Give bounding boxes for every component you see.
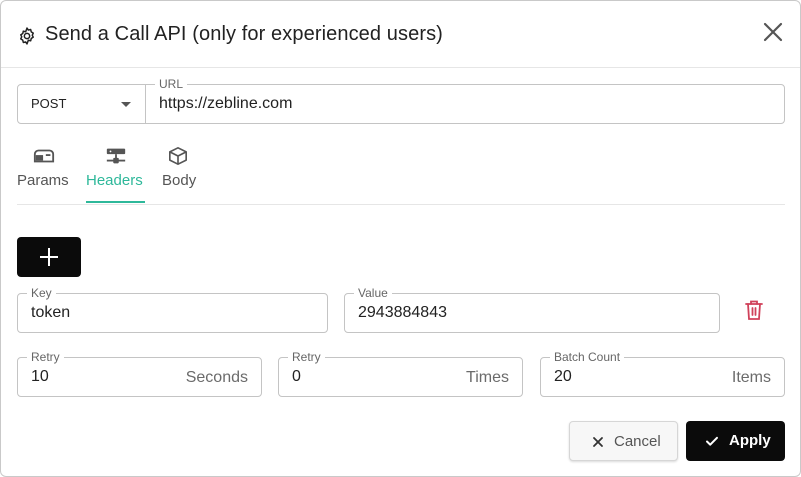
retry-seconds-unit: Seconds — [185, 369, 248, 386]
batch-count-unit: Items — [731, 369, 771, 386]
retry-times-unit: Times — [466, 369, 509, 386]
cancel-button[interactable]: Cancel — [569, 421, 678, 461]
add-header-button[interactable] — [17, 237, 81, 277]
tabs-divider — [17, 204, 785, 205]
value-value: 2943884843 — [358, 304, 447, 321]
close-icon — [593, 437, 603, 447]
mailbox-icon — [33, 149, 55, 163]
tab-body-label: Body — [162, 172, 197, 189]
url-field[interactable]: URL https://zebline.com — [145, 77, 785, 124]
retry-seconds-value: 10 — [31, 368, 49, 385]
method-select[interactable]: POST — [17, 84, 146, 124]
dialog-header: Send a Call API (only for experienced us… — [1, 1, 800, 68]
chevron-down-icon — [121, 102, 131, 107]
key-value: token — [31, 304, 71, 321]
server-icon — [106, 148, 126, 164]
retry-seconds-field[interactable]: Retry 10 Seconds — [17, 350, 262, 397]
tab-headers-label: Headers — [86, 172, 143, 189]
header-key-field[interactable]: Key token — [17, 286, 328, 333]
batch-count-label: Batch Count — [550, 350, 625, 364]
key-label: Key — [27, 286, 56, 300]
tab-headers[interactable]: Headers — [86, 141, 146, 204]
cancel-label: Cancel — [614, 433, 661, 450]
batch-count-field[interactable]: Batch Count 20 Items — [540, 350, 785, 397]
gear-icon — [20, 27, 34, 45]
plus-icon-stroke — [48, 248, 50, 266]
value-label: Value — [354, 286, 392, 300]
send-call-api-dialog: Send a Call API (only for experienced us… — [0, 0, 801, 477]
tab-params-label: Params — [17, 172, 69, 189]
trash-icon[interactable] — [744, 299, 764, 321]
apply-label: Apply — [729, 432, 771, 449]
retry-seconds-label: Retry — [27, 350, 64, 364]
url-value: https://zebline.com — [159, 95, 293, 112]
checkmark-icon — [706, 436, 718, 446]
retry-times-label: Retry — [288, 350, 325, 364]
retry-times-value: 0 — [292, 368, 301, 385]
apply-button[interactable]: Apply — [686, 421, 785, 461]
active-tab-indicator — [86, 201, 145, 203]
tab-body[interactable]: Body — [161, 141, 197, 204]
method-value: POST — [31, 96, 67, 111]
dialog-title: Send a Call API (only for experienced us… — [45, 23, 443, 45]
tab-params[interactable]: Params — [17, 141, 71, 204]
cube-icon — [169, 147, 187, 165]
url-label: URL — [155, 77, 188, 91]
close-icon[interactable] — [761, 20, 785, 44]
header-value-field[interactable]: Value 2943884843 — [344, 286, 720, 333]
retry-times-field[interactable]: Retry 0 Times — [278, 350, 523, 397]
batch-count-value: 20 — [554, 368, 572, 385]
